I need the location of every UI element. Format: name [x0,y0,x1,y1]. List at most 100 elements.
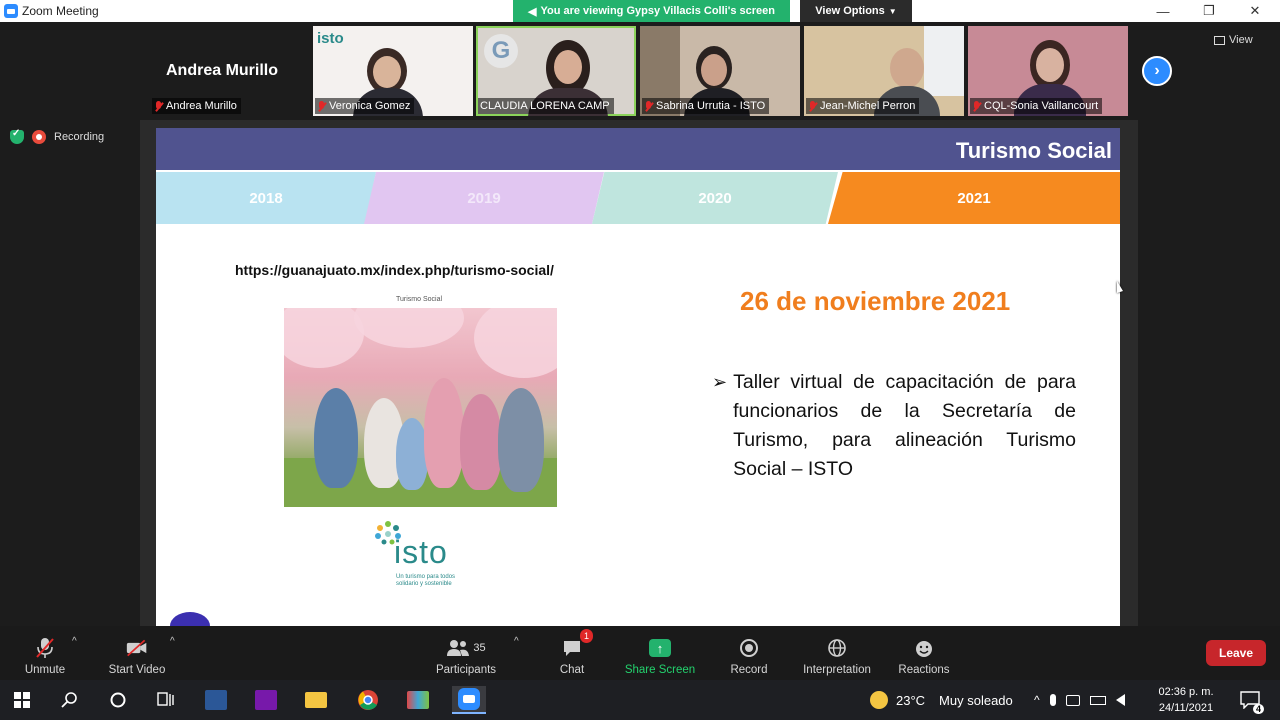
photo-caption: Turismo Social [396,296,443,303]
participant-tile-active[interactable]: G CLAUDIA LORENA CAMP [476,26,636,116]
participant-name: Sabrina Urrutia - ISTO [656,100,766,112]
windows-taskbar: 23°C Muy soleado ^ 02:36 p. m. 24/11/202… [0,680,1280,720]
record-label: Record [730,664,768,676]
cortana-icon[interactable] [104,686,132,714]
viewing-screen-banner: ◀ You are viewing Gypsy Villacis Colli's… [513,0,790,22]
weather-temp: 23°C [896,692,926,708]
mic-muted-icon [972,100,981,112]
minimize-icon: — [1156,3,1170,19]
share-screen-icon: ↑ [649,637,671,659]
person-shape [498,388,544,492]
participant-tile[interactable]: Sabrina Urrutia - ISTO [640,26,800,116]
chat-label: Chat [559,664,585,676]
notification-count: 4 [1252,704,1264,714]
participant-tile[interactable]: isto Veronica Gomez [313,26,473,116]
chevron-right-icon: › [1154,62,1160,79]
windows-start-icon[interactable] [8,686,36,714]
volume-icon[interactable] [1115,694,1125,706]
next-page-button[interactable]: › [1142,56,1172,86]
caret-up-icon[interactable]: ^ [514,636,519,647]
restore-button[interactable]: ❐ [1186,0,1232,22]
chevron-up-icon[interactable]: ^ [1034,693,1040,707]
recording-indicator: Recording [10,128,105,144]
microphone-icon[interactable] [1049,694,1056,706]
participant-label: Veronica Gomez [315,98,415,114]
reactions-button[interactable]: Reactions [896,632,952,676]
recording-icon[interactable] [32,130,46,144]
unmute-button[interactable]: Unmute [18,632,72,676]
person-shape [460,394,502,490]
zoom-app-icon [4,4,18,18]
weather-desc: Muy soleado [939,692,1013,708]
participant-tile[interactable]: Jean-Michel Perron [804,26,964,116]
recording-label: Recording [54,131,105,143]
participants-icon: 35 [441,637,491,659]
chat-icon: 1 [561,629,593,659]
chat-button[interactable]: 1 Chat [552,629,593,676]
isto-logo: isto Un turismo para todos solidario y s… [374,520,494,600]
share-screen-button[interactable]: ↑ Share Screen [622,632,698,676]
search-icon[interactable] [56,686,84,714]
word-app-icon[interactable] [202,686,230,714]
mic-muted-icon [808,100,817,112]
speaker-label-text: Andrea Murillo [166,100,237,112]
participants-button[interactable]: 35 Participants [430,632,502,676]
chevron-down-icon: ▼ [888,6,897,16]
sun-cloud-icon [870,691,888,709]
mic-muted-icon [154,100,163,112]
background-window [924,26,964,96]
participant-face [373,56,401,88]
notification-center-icon[interactable]: 4 [1236,686,1264,714]
blossom-shape [284,308,364,368]
grid-view-icon [1214,35,1225,45]
slide-bullet: ➢ Taller virtual de capacitación de para… [712,368,1076,484]
slide-url: https://guanajuato.mx/index.php/turismo-… [235,262,554,278]
unmute-label: Unmute [24,664,66,676]
close-button[interactable]: ✕ [1232,0,1278,22]
task-view-icon[interactable] [152,686,180,714]
view-button[interactable]: View [1214,30,1270,50]
battery-icon[interactable] [1089,695,1106,705]
zoom-taskbar-icon[interactable] [452,686,486,714]
window-title: Zoom Meeting [22,4,99,18]
view-button-label: View [1229,34,1253,46]
speaker-big-name: Andrea Murillo [166,62,279,79]
speaker-tile[interactable]: Andrea Murillo Andrea Murillo [150,26,310,116]
chrome-app-icon[interactable] [354,686,382,714]
onenote-app-icon[interactable] [252,686,280,714]
speaker-label: Andrea Murillo [152,98,241,114]
slide-title: Turismo Social [955,138,1112,163]
participant-label: Sabrina Urrutia - ISTO [642,98,770,114]
view-options-button[interactable]: View Options ▼ [800,0,912,22]
blossom-shape [354,308,464,348]
participants-count: 35 [473,642,486,654]
minimize-button[interactable]: — [1140,0,1186,22]
media-app-icon[interactable] [404,686,432,714]
timeline-years: 2018 2019 2020 2021 [156,172,1120,224]
globe-icon [826,637,848,659]
meeting-toolbar: Unmute ^ Start Video ^ 35 Participants ^… [0,626,1280,680]
slide-date: 26 de noviembre 2021 [740,286,1011,316]
participant-tile[interactable]: CQL-Sonia Vaillancourt [968,26,1128,116]
participant-face [554,50,582,84]
year-tab-current: 2021 [828,172,1120,224]
taskbar-clock[interactable]: 02:36 p. m. 24/11/2021 [1150,684,1222,716]
speaker-sound-icon: ◀ [527,5,537,18]
interpretation-button[interactable]: Interpretation [796,632,878,676]
family-photo [284,308,557,507]
start-video-label: Start Video [108,664,166,676]
caret-up-icon[interactable]: ^ [72,636,77,647]
camera-icon[interactable] [1065,694,1080,706]
security-shield-icon[interactable] [10,128,24,144]
chat-badge: 1 [579,629,593,643]
participants-label: Participants [435,664,497,676]
participant-label: Jean-Michel Perron [806,98,920,114]
participant-face [890,48,924,88]
start-video-button[interactable]: Start Video [104,632,170,676]
weather-widget[interactable]: 23°C Muy soleado [870,680,1013,720]
record-button[interactable]: Record [726,632,772,676]
file-explorer-icon[interactable] [302,686,330,714]
caret-up-icon[interactable]: ^ [170,636,175,647]
leave-button[interactable]: Leave [1206,640,1266,666]
isto-logo-text: isto [394,534,448,570]
